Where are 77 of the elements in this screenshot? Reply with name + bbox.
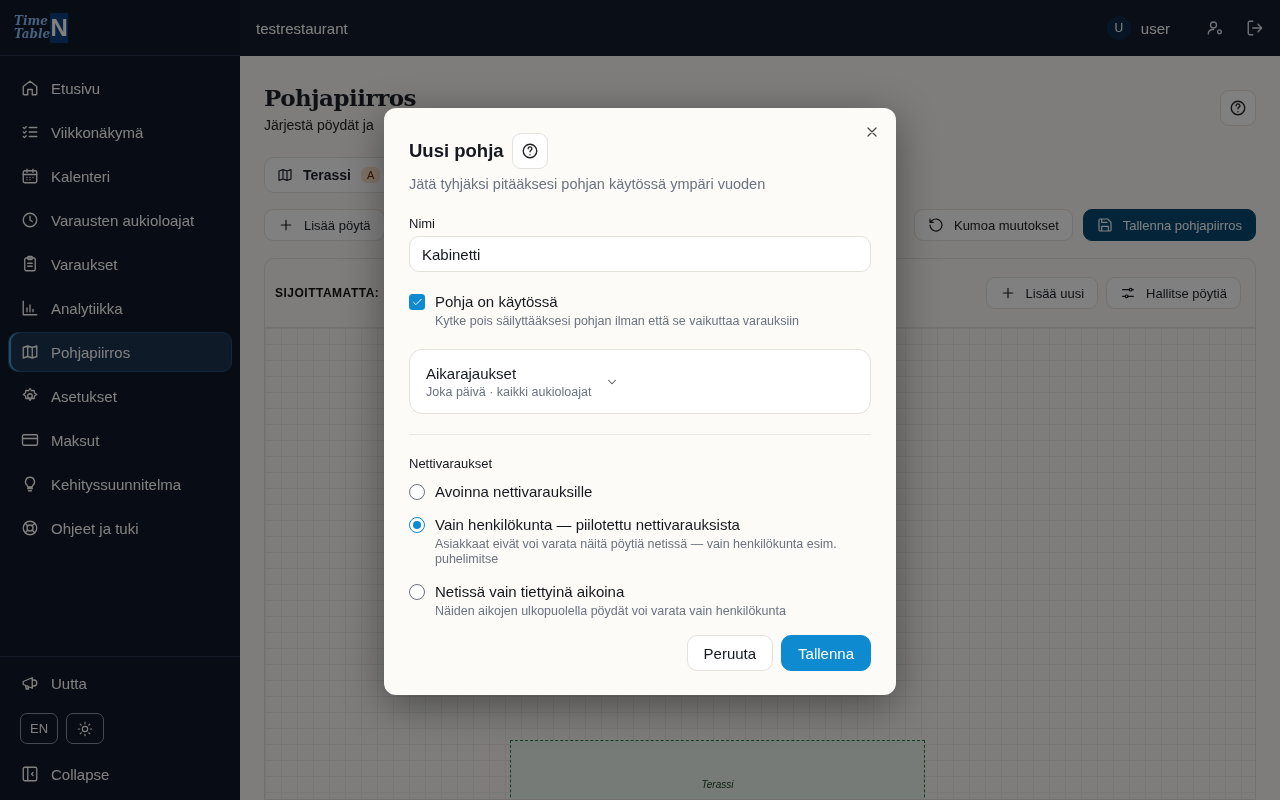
nav-item[interactable]: Kehityssuunnitelma bbox=[8, 464, 232, 504]
status-badge: A bbox=[361, 167, 381, 183]
radio-label: Avoinna nettivarauksille bbox=[435, 483, 593, 500]
radio-button[interactable] bbox=[409, 517, 425, 533]
toggle-title: Aikarajaukset bbox=[426, 364, 518, 382]
calendar-icon bbox=[21, 167, 39, 185]
theme-button[interactable] bbox=[66, 713, 104, 744]
help-button[interactable] bbox=[511, 133, 548, 169]
floor-tab-label: Terassi bbox=[303, 167, 351, 183]
user-name: user bbox=[1140, 19, 1170, 37]
cancel-button[interactable]: Peruuta bbox=[686, 635, 774, 671]
radio-label: Netissä vain tiettyinä aikoina bbox=[435, 583, 626, 600]
clipboard-icon bbox=[21, 255, 39, 273]
nav-item[interactable]: Varausten aukioloajat bbox=[8, 200, 232, 240]
user-gear-icon bbox=[1206, 19, 1224, 37]
section-label: Nettivaraukset bbox=[409, 456, 494, 471]
radio-button[interactable] bbox=[409, 584, 425, 600]
avatar: U bbox=[1106, 16, 1131, 40]
nav-item[interactable]: Varaukset bbox=[8, 244, 232, 284]
credit-card-icon bbox=[21, 431, 39, 449]
add-new-button[interactable]: Lisää uusi bbox=[985, 277, 1099, 309]
add-table-button[interactable]: Lisää pöytä bbox=[264, 209, 385, 241]
radio-hint: Näiden aikojen ulkopuolella pöydät voi varata vain henkilökunta bbox=[435, 604, 786, 619]
checkbox-hint: Kytke pois säilyttääksesi pohjan ilman että se vaikuttaa varauksiin bbox=[435, 314, 800, 329]
checkbox-label: Pohja on käytössä bbox=[435, 293, 559, 310]
nav-item[interactable]: Maksut bbox=[8, 420, 232, 460]
bar-chart-icon bbox=[21, 299, 39, 317]
nav-item[interactable]: Etusivu bbox=[8, 68, 232, 108]
time-limits-toggle[interactable]: Aikarajaukset Joka päivä · kaikki aukioloajat bbox=[409, 349, 871, 414]
logo-letter: N bbox=[50, 12, 69, 43]
nav-item[interactable]: Pohjapiirros bbox=[8, 332, 232, 372]
radio-button[interactable] bbox=[409, 484, 425, 500]
dialog-description: Jätä tyhjäksi pitääksesi pohjan käytössä ympäri vuoden bbox=[409, 176, 767, 192]
nav-item[interactable]: Uutta bbox=[8, 663, 232, 703]
help-icon bbox=[520, 142, 539, 160]
logout-button[interactable] bbox=[1246, 19, 1264, 37]
undo-button[interactable]: Kumoa muutokset bbox=[913, 209, 1073, 241]
name-field[interactable]: Kabinetti bbox=[409, 236, 871, 272]
sliders-icon bbox=[1120, 285, 1137, 301]
clock-icon bbox=[21, 211, 39, 229]
map-icon bbox=[277, 167, 293, 183]
lifebuoy-icon bbox=[21, 519, 39, 537]
checklist-icon bbox=[21, 123, 39, 141]
home-icon bbox=[21, 79, 39, 97]
nav-item[interactable]: Analytiikka bbox=[8, 288, 232, 328]
sidebar-collapse-icon bbox=[21, 765, 39, 783]
toggle-summary: Joka päivä · kaikki aukioloajat bbox=[426, 384, 592, 399]
account-settings-button[interactable] bbox=[1206, 19, 1224, 37]
save-icon bbox=[1096, 217, 1113, 233]
logout-icon bbox=[1246, 19, 1264, 37]
radio-label: Vain henkilökunta — piilotettu nettivarauksista bbox=[435, 516, 741, 533]
collapse-button[interactable]: Collapse bbox=[8, 754, 232, 794]
page-subtitle: Järjestä pöydät ja bbox=[264, 117, 375, 133]
nav-item[interactable]: Asetukset bbox=[8, 376, 232, 416]
restaurant-name: testrestaurant bbox=[256, 19, 349, 37]
nav-item[interactable]: Kalenteri bbox=[8, 156, 232, 196]
nav-item[interactable]: Ohjeet ja tuki bbox=[8, 508, 232, 548]
language-button[interactable]: EN bbox=[20, 713, 58, 744]
zone-label: Terassi bbox=[701, 779, 734, 792]
page-title: Pohjapiirros bbox=[264, 84, 417, 111]
radio-hint: Asiakkaat eivät voi varata näitä pöytiä netissä — vain henkilökunta esim. puhelimitse bbox=[435, 537, 838, 567]
unplaced-label: SIJOITTAMATTA: bbox=[275, 286, 380, 300]
undo-icon bbox=[927, 217, 944, 233]
map-icon bbox=[21, 343, 39, 361]
save-button[interactable]: Tallenna bbox=[781, 635, 871, 671]
dialog-title: Uusi pohja bbox=[409, 140, 504, 162]
help-icon bbox=[1229, 99, 1247, 117]
zone-area[interactable]: Terassi bbox=[510, 740, 925, 799]
plus-icon bbox=[278, 217, 294, 233]
manage-tables-button[interactable]: Hallitse pöytiä bbox=[1106, 277, 1241, 309]
field-label: Nimi bbox=[409, 216, 436, 231]
sun-icon bbox=[77, 720, 93, 737]
save-button[interactable]: Tallenna pohjapiirros bbox=[1082, 209, 1256, 241]
nav-item[interactable]: Viikkonäkymä bbox=[8, 112, 232, 152]
checkbox[interactable] bbox=[409, 294, 425, 310]
megaphone-icon bbox=[21, 674, 39, 692]
logo-script: Time Table bbox=[14, 12, 51, 43]
